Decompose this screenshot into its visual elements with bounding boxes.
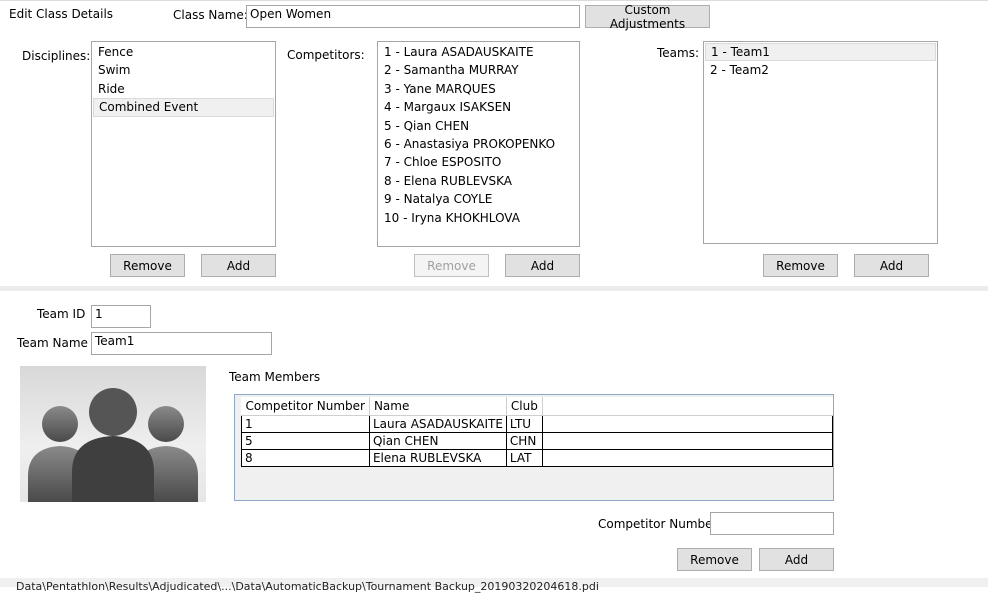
competitor-number-label: Competitor Number (598, 517, 718, 531)
discipline-item[interactable]: Fence (93, 43, 274, 61)
team-members-label: Team Members (229, 370, 321, 384)
cell-name[interactable]: Qian CHEN (368, 432, 507, 450)
competitor-item[interactable]: 8 - Elena RUBLEVSKA (379, 172, 578, 190)
competitor-item[interactable]: 6 - Anastasiya PROKOPENKO (379, 135, 578, 153)
table-row[interactable]: 5 Qian CHEN CHN (241, 432, 833, 450)
competitor-item[interactable]: 4 - Margaux ISAKSEN (379, 98, 578, 116)
competitors-remove-button[interactable]: Remove (414, 254, 489, 277)
competitor-item[interactable]: 1 - Laura ASADAUSKAITE (379, 43, 578, 61)
column-header-competitor-number[interactable]: Competitor Number (241, 397, 370, 416)
cell-name[interactable]: Laura ASADAUSKAITE (368, 415, 507, 433)
competitors-add-button[interactable]: Add (505, 254, 580, 277)
cell-club[interactable]: LTU (505, 415, 543, 433)
team-id-label: Team ID (37, 307, 86, 321)
disciplines-remove-button[interactable]: Remove (110, 254, 185, 277)
table-row[interactable]: 1 Laura ASADAUSKAITE LTU (241, 415, 833, 433)
competitors-label: Competitors: (287, 48, 365, 62)
class-name-label: Class Name: (173, 8, 248, 22)
teams-label: Teams: (657, 46, 700, 60)
cell-competitor-number[interactable]: 5 (241, 432, 370, 450)
competitor-item[interactable]: 7 - Chloe ESPOSITO (379, 153, 578, 171)
competitors-list[interactable]: 1 - Laura ASADAUSKAITE 2 - Samantha MURR… (377, 41, 580, 247)
discipline-item[interactable]: Ride (93, 80, 274, 98)
column-header-filler (542, 397, 833, 416)
team-item[interactable]: 2 - Team2 (705, 61, 936, 79)
team-id-input[interactable]: 1 (91, 305, 151, 328)
competitor-item[interactable]: 3 - Yane MARQUES (379, 80, 578, 98)
cell-filler (541, 415, 833, 433)
cell-filler (541, 432, 833, 450)
status-bar-text: Data\Pentathlon\Results\Adjudicated\...\… (16, 580, 599, 593)
competitor-item[interactable]: 5 - Qian CHEN (379, 117, 578, 135)
competitor-item[interactable]: 9 - Natalya COYLE (379, 190, 578, 208)
disciplines-list[interactable]: Fence Swim Ride Combined Event (91, 41, 276, 247)
teams-remove-button[interactable]: Remove (763, 254, 838, 277)
team-members-grid[interactable]: Competitor Number Name Club 1 Laura ASAD… (234, 394, 834, 501)
window-top-border (0, 0, 988, 1)
competitor-number-input[interactable] (710, 512, 834, 535)
team-members-table: Competitor Number Name Club 1 Laura ASAD… (241, 397, 833, 467)
teams-list[interactable]: 1 - Team1 2 - Team2 (703, 41, 938, 244)
competitor-item[interactable]: 10 - Iryna KHOKHLOVA (379, 209, 578, 227)
group-silhouette-icon (28, 388, 198, 502)
team-name-label: Team Name (17, 336, 88, 350)
team-photo-placeholder (20, 366, 206, 502)
teams-add-button[interactable]: Add (854, 254, 929, 277)
cell-club[interactable]: LAT (505, 449, 543, 467)
team-member-add-button[interactable]: Add (759, 548, 834, 571)
disciplines-add-button[interactable]: Add (201, 254, 276, 277)
cell-filler (541, 449, 833, 467)
discipline-item-selected[interactable]: Combined Event (93, 98, 274, 117)
cell-name[interactable]: Elena RUBLEVSKA (368, 449, 507, 467)
table-row[interactable]: 8 Elena RUBLEVSKA LAT (241, 449, 833, 467)
column-header-name[interactable]: Name (369, 397, 507, 416)
cell-competitor-number[interactable]: 8 (241, 449, 370, 467)
class-name-input[interactable]: Open Women (246, 5, 580, 28)
cell-club[interactable]: CHN (505, 432, 543, 450)
team-member-remove-button[interactable]: Remove (677, 548, 752, 571)
column-header-club[interactable]: Club (506, 397, 543, 416)
page-title: Edit Class Details (9, 7, 114, 21)
custom-adjustments-button[interactable]: Custom Adjustments (585, 3, 710, 31)
section-divider (0, 286, 988, 291)
competitor-item[interactable]: 2 - Samantha MURRAY (379, 61, 578, 79)
cell-competitor-number[interactable]: 1 (241, 415, 370, 433)
team-item-selected[interactable]: 1 - Team1 (705, 43, 936, 62)
discipline-item[interactable]: Swim (93, 61, 274, 79)
disciplines-label: Disciplines: (22, 49, 91, 63)
grid-header-row: Competitor Number Name Club (241, 397, 833, 416)
team-name-input[interactable]: Team1 (91, 332, 272, 355)
